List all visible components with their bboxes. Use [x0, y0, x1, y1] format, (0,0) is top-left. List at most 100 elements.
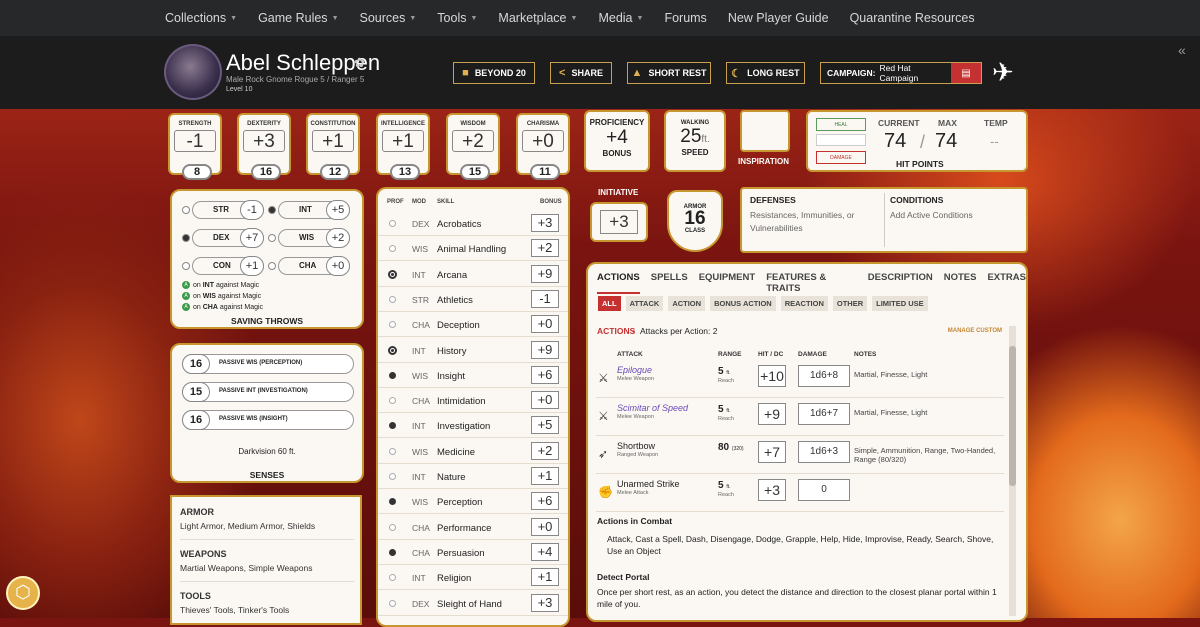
- scrollbar-thumb[interactable]: [1009, 346, 1016, 486]
- nav-item-collections[interactable]: Collections ▼: [165, 11, 237, 25]
- skill-bonus[interactable]: +0: [531, 315, 559, 334]
- save-wis[interactable]: WIS +2: [268, 228, 350, 248]
- tab-actions[interactable]: ACTIONS: [597, 272, 640, 294]
- skill-bonus[interactable]: +6: [531, 365, 559, 384]
- long-rest-button[interactable]: ☾ LONG REST: [726, 62, 805, 84]
- attack-row[interactable]: ✊ Unarmed Strike Melee Attack 5 ft. Reach +3 0: [596, 476, 1004, 512]
- avatar[interactable]: [164, 44, 222, 100]
- skill-row-acrobatics[interactable]: DEX Acrobatics +3: [378, 211, 568, 236]
- attack-name[interactable]: Unarmed Strike: [617, 479, 680, 489]
- save-cha[interactable]: CHA +0: [268, 256, 350, 276]
- filter-all[interactable]: ALL: [598, 296, 621, 311]
- filter-reaction[interactable]: REACTION: [780, 296, 828, 311]
- nav-item-marketplace[interactable]: Marketplace ▼: [498, 11, 577, 25]
- attack-row[interactable]: ⚔ Scimitar of Speed Melee Weapon 5 ft. Reach…: [596, 400, 1004, 436]
- filter-other[interactable]: OTHER: [832, 296, 868, 311]
- filter-bonus-action[interactable]: BONUS ACTION: [710, 296, 776, 311]
- skill-bonus[interactable]: +3: [531, 593, 559, 612]
- damage-button[interactable]: 1d6+3: [798, 441, 850, 463]
- filter-limited-use[interactable]: LIMITED USE: [872, 296, 928, 311]
- current-hp[interactable]: 74: [884, 130, 906, 153]
- skill-bonus[interactable]: +3: [531, 214, 559, 232]
- save-con[interactable]: CON +1: [182, 256, 264, 276]
- hp-adjust-input[interactable]: [816, 134, 866, 146]
- to-hit-button[interactable]: +9: [758, 403, 786, 425]
- tab-spells[interactable]: SPELLS: [651, 272, 688, 294]
- nav-item-tools[interactable]: Tools ▼: [437, 11, 477, 25]
- skill-bonus[interactable]: +1: [531, 467, 559, 485]
- tab-description[interactable]: DESCRIPTION: [868, 272, 933, 294]
- ability-intelligence[interactable]: INTELLIGENCE +1 13: [376, 113, 430, 180]
- to-hit-button[interactable]: +3: [758, 479, 786, 501]
- skill-row-religion[interactable]: INT Religion +1: [378, 565, 568, 591]
- nav-item-quarantine-resources[interactable]: Quarantine Resources: [850, 11, 975, 25]
- ability-constitution[interactable]: CONSTITUTION +1 12: [306, 113, 360, 180]
- attack-row[interactable]: ➶ Shortbow Ranged Weapon 80 (320) +7 1d6+3 Sim…: [596, 438, 1004, 474]
- nav-item-game-rules[interactable]: Game Rules ▼: [258, 11, 338, 25]
- ability-wisdom[interactable]: WISDOM +2 15: [446, 113, 500, 180]
- tab-features-traits[interactable]: FEATURES & TRAITS: [766, 272, 857, 294]
- skill-row-insight[interactable]: WIS Insight +6: [378, 363, 568, 388]
- ability-strength[interactable]: STRENGTH -1 8: [168, 113, 222, 180]
- nav-item-media[interactable]: Media ▼: [598, 11, 643, 25]
- initiative-box[interactable]: +3: [590, 202, 648, 242]
- skill-row-persuasion[interactable]: CHA Persuasion +4: [378, 540, 568, 565]
- skill-row-nature[interactable]: INT Nature +1: [378, 464, 568, 489]
- skill-row-intimidation[interactable]: CHA Intimidation +0: [378, 388, 568, 414]
- share-button[interactable]: < SHARE: [550, 62, 612, 84]
- skill-bonus[interactable]: +0: [531, 391, 559, 410]
- beyond20-button[interactable]: ■ BEYOND 20: [453, 62, 535, 84]
- collapse-sidebar-icon[interactable]: «: [1178, 42, 1186, 58]
- damage-button[interactable]: 0: [798, 479, 850, 501]
- attack-row[interactable]: ⚔ Epilogue Melee Weapon 5 ft. Reach +10 1d6+8 M…: [596, 362, 1004, 398]
- skill-bonus[interactable]: +0: [531, 517, 559, 536]
- skill-row-deception[interactable]: CHA Deception +0: [378, 312, 568, 338]
- save-int[interactable]: INT +5: [268, 200, 350, 220]
- skill-row-arcana[interactable]: INT Arcana +9: [378, 262, 568, 287]
- skill-bonus[interactable]: +6: [531, 492, 559, 511]
- heal-button[interactable]: HEAL: [816, 118, 866, 131]
- attack-name[interactable]: Epilogue: [617, 365, 652, 375]
- nav-item-forums[interactable]: Forums: [664, 11, 706, 25]
- skill-row-animal-handling[interactable]: WIS Animal Handling +2: [378, 236, 568, 262]
- to-hit-button[interactable]: +7: [758, 441, 786, 463]
- filter-action[interactable]: ACTION: [668, 296, 706, 311]
- ability-dexterity[interactable]: DEXTERITY +3 16: [237, 113, 291, 180]
- skill-row-medicine[interactable]: WIS Medicine +2: [378, 439, 568, 464]
- damage-button[interactable]: DAMAGE: [816, 151, 866, 164]
- ability-charisma[interactable]: CHARISMA +0 11: [516, 113, 570, 180]
- gear-icon[interactable]: ✿: [354, 55, 365, 71]
- campaign-button[interactable]: CAMPAIGN: Red Hat Campaign ▤: [820, 62, 982, 84]
- skill-bonus[interactable]: +1: [531, 568, 559, 587]
- attack-name[interactable]: Scimitar of Speed: [617, 403, 688, 413]
- damage-button[interactable]: 1d6+7: [798, 403, 850, 425]
- save-str[interactable]: STR -1: [182, 200, 264, 220]
- defenses-conditions-panel[interactable]: DEFENSES Resistances, Immunities, or Vuln…: [740, 187, 1028, 253]
- chat-icon[interactable]: ▤: [951, 63, 981, 83]
- save-dex[interactable]: DEX +7: [182, 228, 264, 248]
- tab-notes[interactable]: NOTES: [944, 272, 977, 294]
- to-hit-button[interactable]: +10: [758, 365, 786, 387]
- skill-bonus[interactable]: +9: [531, 340, 559, 359]
- skill-bonus[interactable]: +4: [531, 542, 559, 561]
- skill-bonus[interactable]: +5: [531, 416, 559, 435]
- skill-row-performance[interactable]: CHA Performance +0: [378, 515, 568, 540]
- skill-row-sleight-of-hand[interactable]: DEX Sleight of Hand +3: [378, 591, 568, 616]
- nav-item-sources[interactable]: Sources ▼: [360, 11, 417, 25]
- skill-row-history[interactable]: INT History +9: [378, 338, 568, 363]
- dice-roller-icon[interactable]: ⬡: [6, 576, 40, 610]
- filter-attack[interactable]: ATTACK: [625, 296, 664, 311]
- skill-bonus[interactable]: +9: [531, 264, 559, 283]
- tab-equipment[interactable]: EQUIPMENT: [699, 272, 755, 294]
- temp-hp[interactable]: --: [990, 134, 999, 149]
- skill-row-athletics[interactable]: STR Athletics -1: [378, 287, 568, 312]
- manage-custom-link[interactable]: MANAGE CUSTOM: [948, 328, 1002, 334]
- attack-name[interactable]: Shortbow: [617, 441, 655, 451]
- skill-bonus[interactable]: +2: [531, 239, 559, 258]
- skill-row-perception[interactable]: WIS Perception +6: [378, 489, 568, 515]
- damage-button[interactable]: 1d6+8: [798, 365, 850, 387]
- actions-scrollbar[interactable]: [1009, 326, 1016, 616]
- short-rest-button[interactable]: ▲ SHORT REST: [627, 62, 711, 84]
- skill-row-investigation[interactable]: INT Investigation +5: [378, 413, 568, 439]
- skill-bonus[interactable]: +2: [531, 441, 559, 460]
